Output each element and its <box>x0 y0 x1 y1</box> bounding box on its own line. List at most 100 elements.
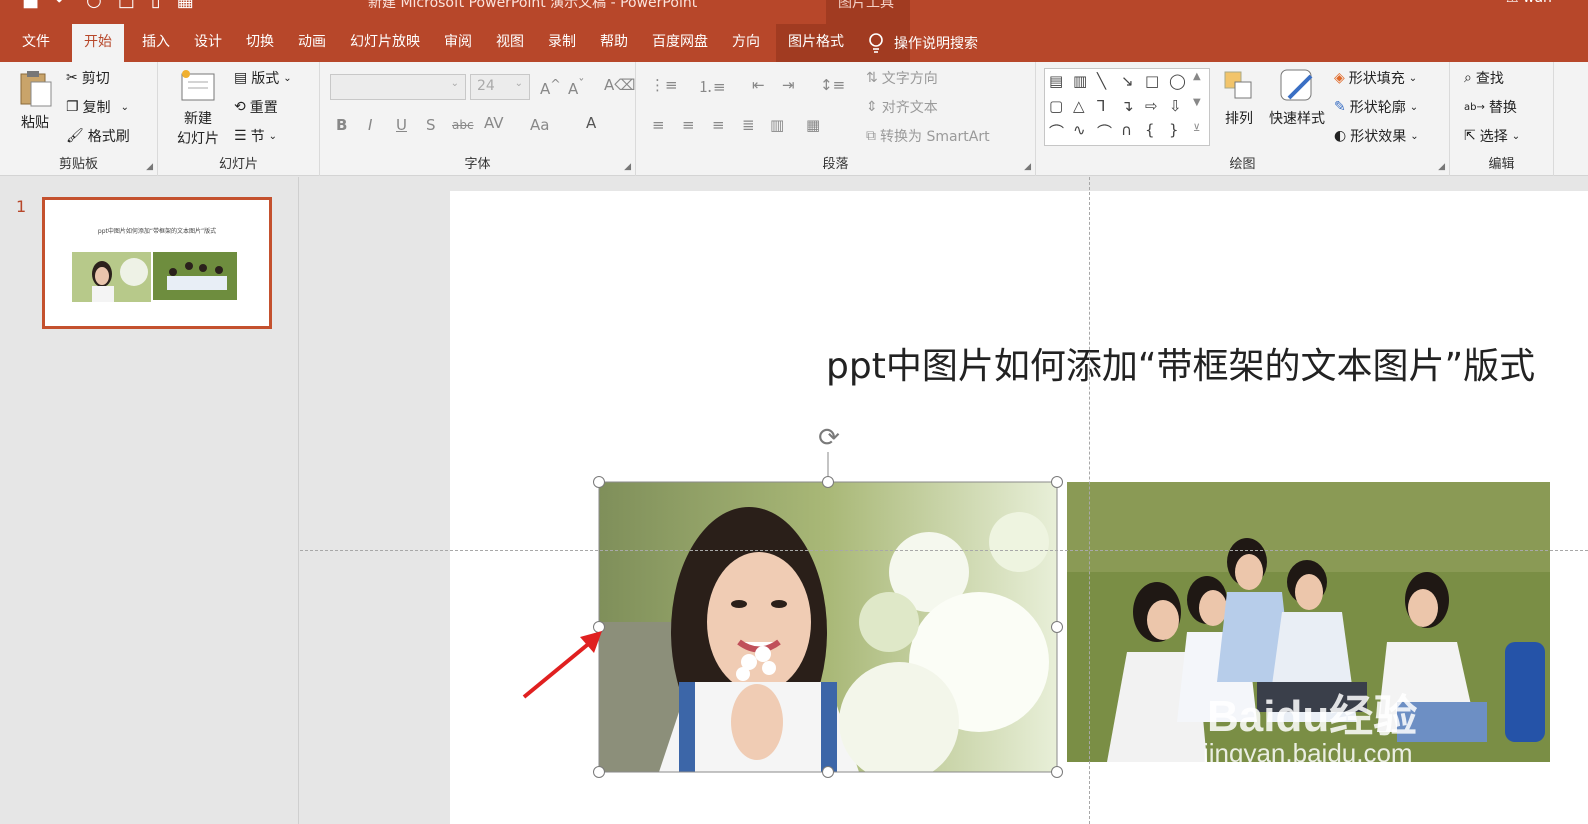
gallery-scroll-down-icon[interactable]: ▼ <box>1193 97 1201 108</box>
layout-button[interactable]: ▤ 版式 ⌄ <box>234 68 292 88</box>
font-name-combo[interactable]: ⌄ <box>330 74 466 100</box>
find-button[interactable]: ⌕ 查找 <box>1464 68 1504 88</box>
clear-format-icon[interactable]: A⌫ <box>604 76 635 94</box>
gallery-scroll-up-icon[interactable]: ▲ <box>1193 71 1201 82</box>
replace-button[interactable]: ab→ 替换 <box>1464 97 1517 117</box>
tab-design[interactable]: 设计 <box>182 24 234 62</box>
right-brace-icon[interactable]: } <box>1169 121 1179 139</box>
change-case-icon[interactable]: Aa <box>530 116 549 134</box>
right-arrow-icon[interactable]: ⇨ <box>1145 97 1158 115</box>
tab-view[interactable]: 视图 <box>484 24 536 62</box>
align-left-icon[interactable]: ≡ <box>652 116 665 134</box>
curve-icon[interactable]: ∩ <box>1121 121 1132 139</box>
tab-animations[interactable]: 动画 <box>286 24 338 62</box>
text-box-icon[interactable]: ▤ <box>1049 72 1063 90</box>
slide-canvas[interactable]: ppt中图片如何添加“带框架的文本图片”版式 Baidu经验 jingyan.b… <box>450 191 1588 824</box>
elbow-arrow-icon[interactable]: ↴ <box>1121 97 1134 115</box>
tab-baidu-netdisk[interactable]: 百度网盘 <box>640 24 720 62</box>
columns-icon[interactable]: ▦ <box>806 116 820 134</box>
increase-indent-icon[interactable]: ⇥ <box>782 76 795 94</box>
down-arrow-icon[interactable]: ⇩ <box>1169 97 1182 115</box>
screen-icon[interactable]: ▦ <box>177 0 194 11</box>
undo-icon[interactable]: ↶ <box>55 0 70 11</box>
align-text-button[interactable]: ⇕ 对齐文本 <box>866 97 938 117</box>
italic-icon[interactable]: I <box>368 116 372 134</box>
shrink-font-icon[interactable]: Aˇ <box>568 76 585 98</box>
align-right-icon[interactable]: ≡ <box>712 116 725 134</box>
reset-button[interactable]: ⟲ 重置 <box>234 97 278 117</box>
tell-me-search[interactable]: 操作说明搜索 <box>868 33 978 53</box>
shapes-gallery[interactable]: ▤ ▥ ╲ ↘ □ ◯ ▢ △ ⅂ ↴ ⇨ ⇩ ⌒ ∿ ⌒ ∩ { } ▲ ▼ … <box>1044 68 1210 146</box>
align-center-icon[interactable]: ≡ <box>682 116 695 134</box>
triangle-icon[interactable]: △ <box>1073 97 1085 115</box>
rounded-rect-icon[interactable]: ▢ <box>1049 97 1063 115</box>
text-direction-button[interactable]: ⇅ 文字方向 <box>866 68 938 88</box>
freeform-icon[interactable]: ⌒ <box>1049 121 1064 142</box>
smartart-button[interactable]: ⧉ 转换为 SmartArt <box>866 126 990 146</box>
tab-home[interactable]: 开始 <box>72 24 124 62</box>
resize-handle-bottom-right[interactable] <box>1051 766 1063 778</box>
bullets-icon[interactable]: ⋮≡ <box>650 76 678 94</box>
resize-handle-bottom-left[interactable] <box>593 766 605 778</box>
resize-handle-top-left[interactable] <box>593 476 605 488</box>
tab-help[interactable]: 帮助 <box>588 24 640 62</box>
dialog-launcher-icon[interactable]: ◢ <box>1024 162 1031 172</box>
resize-handle-top[interactable] <box>822 476 834 488</box>
vertical-text-box-icon[interactable]: ▥ <box>1073 72 1087 90</box>
tab-direction[interactable]: 方向 <box>720 24 772 62</box>
rotate-handle-icon[interactable]: ⟳ <box>814 424 844 454</box>
copy-button[interactable]: ❐ 复制 ⌄ <box>66 97 129 117</box>
shape-effects-button[interactable]: ◐ 形状效果 ⌄ <box>1334 126 1419 146</box>
tab-insert[interactable]: 插入 <box>130 24 182 62</box>
tab-slideshow[interactable]: 幻灯片放映 <box>338 24 432 62</box>
comment-icon[interactable]: ▯ <box>151 0 161 11</box>
new-slide-button[interactable]: 新建 幻灯片 <box>166 68 230 148</box>
tab-file[interactable]: 文件 <box>0 24 62 62</box>
slide-thumbnail[interactable]: ppt中图片如何添加“带框架的文本图片”版式 <box>42 197 272 329</box>
oval-icon[interactable]: ◯ <box>1169 72 1186 90</box>
left-brace-icon[interactable]: { <box>1145 121 1155 139</box>
resize-handle-top-right[interactable] <box>1051 476 1063 488</box>
dialog-launcher-icon[interactable]: ◢ <box>146 162 153 172</box>
tab-record[interactable]: 录制 <box>536 24 588 62</box>
distributed-icon[interactable]: ▥ <box>770 116 784 134</box>
save-icon[interactable]: ■ <box>22 0 39 11</box>
shape-fill-button[interactable]: ◈ 形状填充 ⌄ <box>1334 68 1417 88</box>
paste-button[interactable]: 粘贴 <box>12 68 58 132</box>
tab-review[interactable]: 审阅 <box>432 24 484 62</box>
line-spacing-icon[interactable]: ↕≡ <box>820 76 845 94</box>
quick-styles-button[interactable]: 快速样式 <box>1264 68 1330 128</box>
grow-font-icon[interactable]: A^ <box>540 76 561 98</box>
dialog-launcher-icon[interactable]: ◢ <box>1438 162 1445 172</box>
numbering-icon[interactable]: ⒈≡ <box>698 76 726 97</box>
shadow-icon[interactable]: S <box>426 116 436 134</box>
justify-icon[interactable]: ≣ <box>742 116 755 134</box>
tab-transitions[interactable]: 切换 <box>234 24 286 62</box>
user-name[interactable]: ⚠ wan <box>1506 0 1552 6</box>
elbow-connector-icon[interactable]: ⅂ <box>1097 97 1105 115</box>
arrow-line-icon[interactable]: ↘ <box>1121 72 1134 90</box>
shape-outline-button[interactable]: ✎ 形状轮廓 ⌄ <box>1334 97 1418 117</box>
arrange-button[interactable]: 排列 <box>1216 68 1262 128</box>
present-icon[interactable]: □ <box>118 0 135 11</box>
font-size-combo[interactable]: 24 ⌄ <box>470 74 530 100</box>
dialog-launcher-icon[interactable]: ◢ <box>624 162 631 172</box>
strikethrough-icon[interactable]: abc <box>452 118 474 132</box>
select-button[interactable]: ⇱ 选择 ⌄ <box>1464 126 1520 146</box>
section-button[interactable]: ☰ 节 ⌄ <box>234 126 277 146</box>
scribble-icon[interactable]: ∿ <box>1073 121 1086 139</box>
format-painter-button[interactable]: 🖌 格式刷 <box>66 126 130 146</box>
redo-icon[interactable]: ○ <box>86 0 102 11</box>
line-icon[interactable]: ╲ <box>1097 72 1106 90</box>
arc-icon[interactable]: ⌒ <box>1097 121 1112 142</box>
decrease-indent-icon[interactable]: ⇤ <box>752 76 765 94</box>
gallery-more-icon[interactable]: ⊻ <box>1193 123 1200 134</box>
resize-handle-bottom[interactable] <box>822 766 834 778</box>
font-color-icon[interactable]: A <box>586 114 596 132</box>
bold-icon[interactable]: B <box>336 116 347 134</box>
resize-handle-right[interactable] <box>1051 621 1063 633</box>
rectangle-icon[interactable]: □ <box>1145 72 1159 90</box>
cut-button[interactable]: ✂ 剪切 <box>66 68 110 88</box>
char-spacing-icon[interactable]: AV <box>484 114 504 132</box>
tab-picture-format[interactable]: 图片格式 <box>776 24 856 62</box>
